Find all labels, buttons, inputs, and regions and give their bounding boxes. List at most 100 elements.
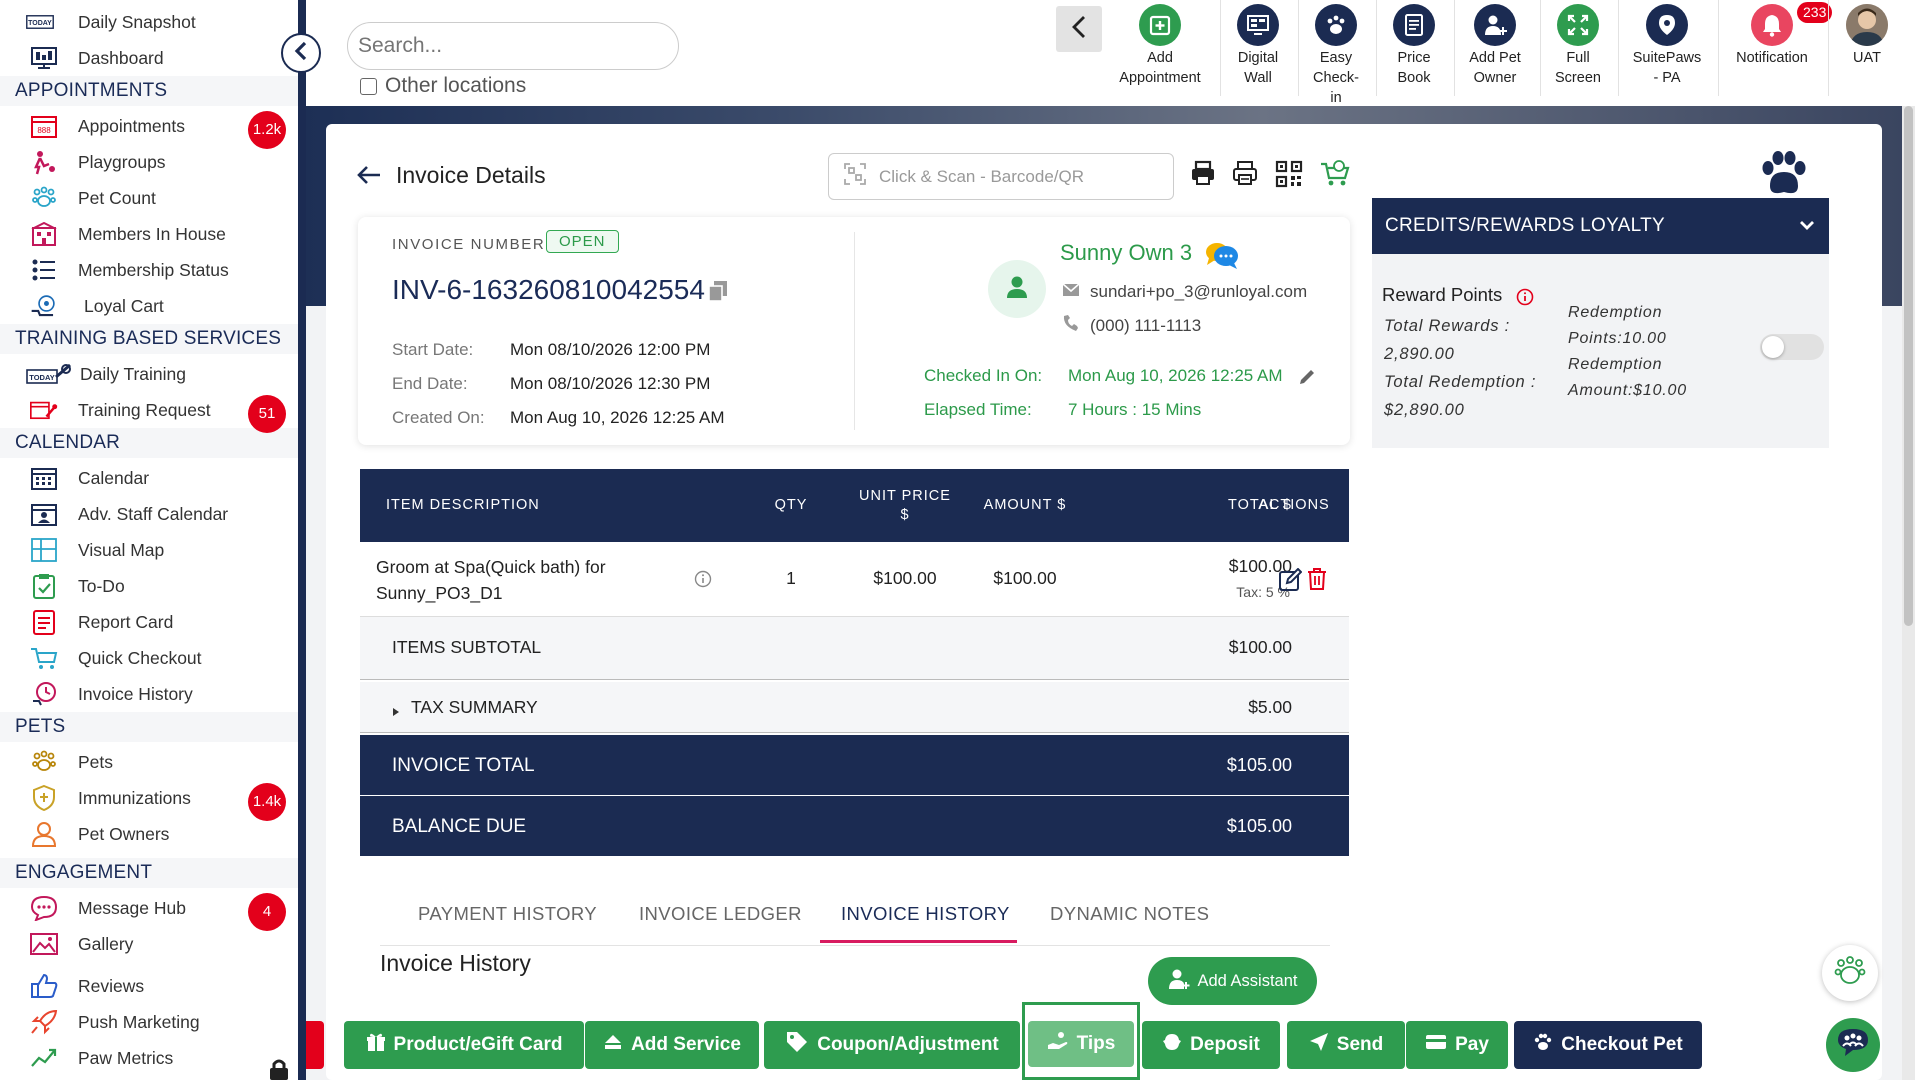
back-arrow-icon[interactable] (356, 164, 382, 191)
sidebar-item-reviews[interactable]: Reviews (0, 968, 298, 1004)
sidebar-item-pet-owners[interactable]: Pet Owners (0, 816, 298, 852)
chat-bubble-icon[interactable] (1204, 240, 1240, 275)
add-service-button[interactable]: Add Service (585, 1021, 759, 1069)
metrics-icon (30, 1047, 58, 1069)
add-assistant-button[interactable]: Add Assistant (1148, 957, 1317, 1005)
floating-paw-button[interactable] (1822, 945, 1878, 1001)
deposit-icon (1162, 1032, 1182, 1058)
notification-button[interactable]: 233 Notification (1728, 2, 1833, 68)
checkbox[interactable] (360, 77, 377, 95)
sidebar-item-daily-snapshot[interactable]: TODAY Daily Snapshot (0, 4, 298, 40)
easy-checkin-button[interactable]: Easy Check- in (1306, 4, 1366, 108)
sidebar-item-adv-staff-calendar[interactable]: Adv. Staff Calendar (0, 496, 298, 532)
price-book-button[interactable]: Price Book (1384, 4, 1444, 88)
deposit-button[interactable]: Deposit (1142, 1021, 1280, 1069)
sidebar-item-pet-count[interactable]: Pet Count (0, 180, 298, 216)
sidebar-item-members-in-house[interactable]: Members In House (0, 216, 298, 252)
coupon-adjustment-button[interactable]: Coupon/Adjustment (764, 1021, 1020, 1069)
sidebar-item-dashboard[interactable]: Dashboard (0, 40, 298, 76)
sidebar-item-visual-map[interactable]: Visual Map (0, 532, 298, 568)
membership-list-icon (30, 259, 58, 281)
sidebar-item-appointments[interactable]: 888 Appointments 1.2k (0, 108, 298, 149)
sidebar-item-paw-metrics[interactable]: Paw Metrics (0, 1040, 298, 1076)
cart-icon (30, 647, 58, 669)
tax-summary-row[interactable]: TAX SUMMARY $5.00 (360, 682, 1349, 733)
easy-checkin-icon (1315, 4, 1357, 46)
topbar-back-button[interactable] (1056, 6, 1102, 52)
qr-code-icon[interactable] (1275, 160, 1303, 193)
phone-icon (1062, 314, 1080, 337)
edit-item-icon[interactable] (1278, 567, 1303, 597)
product-egift-card-button[interactable]: Product/eGift Card (344, 1021, 584, 1069)
sidebar-item-membership-status[interactable]: Membership Status (0, 252, 298, 288)
page-scrollbar[interactable] (1902, 106, 1915, 1080)
credits-header[interactable]: CREDITS/REWARDS LOYALTY (1372, 198, 1829, 254)
tips-button[interactable]: Tips (1028, 1021, 1134, 1067)
customer-name-link[interactable]: Sunny Own 3 (1060, 240, 1192, 266)
sidebar-item-loyal-cart[interactable]: Loyal Cart (0, 288, 298, 324)
floating-support-button[interactable] (1826, 1018, 1880, 1072)
pay-button[interactable]: Pay (1406, 1021, 1508, 1069)
sidebar-item-report-card[interactable]: Report Card (0, 604, 298, 640)
digital-wall-button[interactable]: Digital Wall (1228, 4, 1288, 88)
send-button[interactable]: Send (1287, 1021, 1405, 1069)
tab-invoice-ledger[interactable]: INVOICE LEDGER (639, 903, 802, 925)
edit-pencil-icon[interactable] (1298, 368, 1316, 391)
collapse-sidebar-button[interactable] (281, 33, 321, 73)
user-menu-button[interactable]: UAT (1840, 4, 1894, 68)
red-action-stub[interactable] (306, 1021, 324, 1069)
barcode-scan-input[interactable]: Click & Scan - Barcode/QR (828, 153, 1174, 200)
add-pet-owner-button[interactable]: Add Pet Owner (1460, 4, 1530, 88)
topbar-label: Add Appointment (1119, 50, 1201, 86)
sidebar-item-gallery[interactable]: Gallery (0, 926, 298, 962)
balance-due-value: $105.00 (1226, 816, 1292, 836)
item-tax: Tax: 5 % (1236, 584, 1290, 600)
full-screen-button[interactable]: Full Screen (1548, 4, 1608, 88)
scrollbar-thumb[interactable] (1904, 106, 1913, 626)
fullscreen-icon (1557, 4, 1599, 46)
redemption-toggle[interactable] (1760, 334, 1824, 360)
lock-icon[interactable] (266, 1058, 292, 1080)
trash-icon[interactable] (1306, 567, 1328, 596)
playgroup-icon (30, 151, 58, 175)
sidebar-item-label: Push Marketing (78, 1012, 200, 1032)
sidebar-item-invoice-history[interactable]: Invoice History (0, 676, 298, 712)
cart-refresh-icon[interactable] (1320, 160, 1350, 193)
sidebar-item-message-hub[interactable]: Message Hub 4 (0, 890, 298, 931)
sidebar-item-immunizations[interactable]: Immunizations 1.4k (0, 780, 298, 821)
tab-invoice-history[interactable]: INVOICE HISTORY (841, 903, 1010, 925)
info-icon[interactable] (694, 570, 712, 593)
sidebar-item-to-do[interactable]: To-Do (0, 568, 298, 604)
other-locations-checkbox[interactable]: Other locations (360, 74, 526, 98)
tab-payment-history[interactable]: PAYMENT HISTORY (418, 903, 597, 925)
sidebar-item-calendar[interactable]: Calendar (0, 460, 298, 496)
button-label: Send (1336, 1034, 1384, 1055)
sidebar-item-quick-checkout[interactable]: Quick Checkout (0, 640, 298, 676)
balance-due-row: BALANCE DUE $105.00 (360, 796, 1349, 857)
sidebar-item-label: Quick Checkout (78, 648, 202, 668)
tab-dynamic-notes[interactable]: DYNAMIC NOTES (1050, 903, 1209, 925)
item-qty: 1 (786, 568, 796, 588)
search-input[interactable] (347, 22, 679, 70)
status-badge: OPEN (546, 230, 619, 253)
person-icon (30, 822, 58, 847)
redemption-amount-label: Redemption (1568, 356, 1663, 373)
customer-email: sundari+po_3@runloyal.com (1062, 282, 1307, 302)
sidebar-item-push-marketing[interactable]: Push Marketing (0, 1004, 298, 1040)
add-appointment-button[interactable]: Add Appointment (1112, 4, 1208, 88)
suitepaws-button[interactable]: SuitePaws - PA (1626, 4, 1708, 88)
active-tab-indicator (820, 940, 1017, 943)
info-alert-icon[interactable] (1516, 288, 1534, 311)
sidebar-item-training-request[interactable]: Training Request 51 (0, 392, 298, 433)
topbar-label: Digital Wall (1237, 50, 1279, 86)
sidebar-item-pets[interactable]: Pets (0, 744, 298, 780)
print-icon[interactable] (1190, 160, 1216, 191)
customer-phone-text: (000) 111-1113 (1090, 315, 1202, 335)
sidebar-edge (298, 0, 306, 1080)
receipt-print-icon[interactable] (1232, 160, 1258, 191)
copy-icon[interactable] (708, 280, 728, 307)
topbar-separator (1220, 0, 1221, 96)
sidebar-item-daily-training[interactable]: TODAY Daily Training (0, 356, 298, 392)
checkout-pet-button[interactable]: Checkout Pet (1514, 1021, 1702, 1069)
sidebar-item-playgroups[interactable]: Playgroups (0, 144, 298, 180)
